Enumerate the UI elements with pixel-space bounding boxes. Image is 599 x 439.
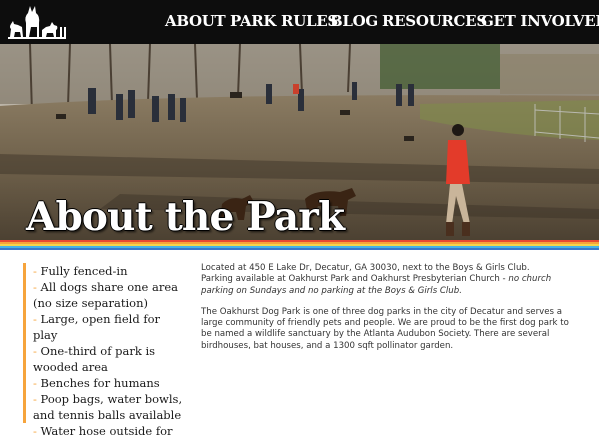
nav-about[interactable]: ABOUT xyxy=(165,11,226,31)
dash-bullet: - xyxy=(33,344,41,358)
color-stripes xyxy=(0,240,599,250)
nav-blog[interactable]: BLOG xyxy=(330,11,378,31)
dash-bullet: - xyxy=(33,264,41,278)
feature-text: Water hose outside for xyxy=(40,424,173,438)
location-paragraph: Located at 450 E Lake Dr, Decatur, GA 30… xyxy=(201,263,571,297)
dash-bullet: - xyxy=(33,312,41,326)
feature-item: - Poop bags, water bowls, and tennis bal… xyxy=(33,391,183,423)
top-navigation: ABOUT PARK RULES BLOG RESOURCES GET INVO… xyxy=(0,0,599,44)
about-paragraph: The Oakhurst Dog Park is one of three do… xyxy=(201,306,569,351)
dash-bullet: - xyxy=(33,424,41,438)
dogs-logo-icon xyxy=(8,6,66,39)
dash-bullet: - xyxy=(33,376,41,390)
feature-item: - Fully fenced-in xyxy=(33,263,183,279)
feature-text: One-third of park is wooded area xyxy=(33,344,156,374)
nav-park-rules[interactable]: PARK RULES xyxy=(230,11,338,31)
hero-banner: About the Park xyxy=(0,44,599,240)
dash-bullet: - xyxy=(33,392,41,406)
feature-item: - Water hose outside for xyxy=(33,423,183,439)
feature-text: All dogs share one area (no size separat… xyxy=(33,280,178,310)
site-logo[interactable] xyxy=(6,3,70,41)
dash-bullet: - xyxy=(33,280,41,294)
feature-text: Benches for humans xyxy=(40,376,160,390)
park-features-list: - Fully fenced-in - All dogs share one a… xyxy=(23,263,183,438)
feature-item: - One-third of park is wooded area xyxy=(33,343,183,375)
address-text: Located at 450 E Lake Dr, Decatur, GA 30… xyxy=(201,263,530,273)
feature-text: Large, open field for play xyxy=(33,312,161,342)
feature-item: - Benches for humans xyxy=(33,375,183,391)
feature-item: - Large, open field for play xyxy=(33,311,183,343)
park-info: Located at 450 E Lake Dr, Decatur, GA 30… xyxy=(201,263,571,362)
stripe-5 xyxy=(0,248,599,250)
feature-text: Fully fenced-in xyxy=(40,264,128,278)
nav-resources[interactable]: RESOURCES xyxy=(382,11,487,31)
page-title: About the Park xyxy=(26,194,345,240)
parking-text: Parking available at Oakhurst Park and O… xyxy=(201,274,509,285)
nav-get-involved[interactable]: GET INVOLVED xyxy=(481,11,599,31)
feature-item: - All dogs share one area (no size separ… xyxy=(33,279,183,311)
